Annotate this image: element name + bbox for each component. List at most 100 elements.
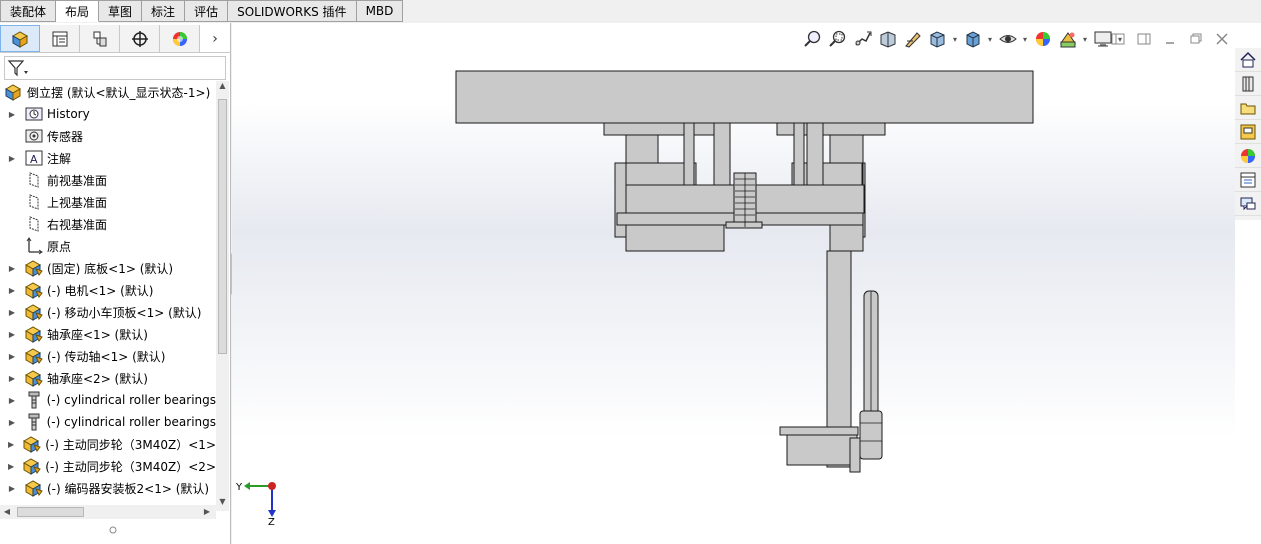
part-icon: [24, 325, 44, 343]
expand-arrow-icon[interactable]: ▶: [0, 308, 24, 317]
hide-show-button[interactable]: [995, 28, 1020, 50]
tree-item[interactable]: ▶ (-) 传动轴<1> (默认): [0, 345, 216, 367]
scroll-left-arrow[interactable]: ◀: [0, 505, 14, 519]
hide-show-dropdown[interactable]: ▾: [1020, 35, 1030, 44]
tab-markup[interactable]: 标注: [142, 0, 186, 22]
tab-sketch[interactable]: 草图: [99, 0, 143, 22]
tree-item[interactable]: ▶ (-) cylindrical roller bearings: [0, 411, 216, 433]
plane-icon: [24, 193, 44, 211]
expand-arrow-icon[interactable]: ▶: [0, 440, 22, 449]
tree-item[interactable]: ▶ (-) 编码器安装板2<1> (默认): [0, 477, 216, 499]
scroll-thumb[interactable]: [218, 99, 227, 354]
tree-item[interactable]: 原点: [0, 235, 216, 257]
tree-item[interactable]: ▶ (固定) 底板<1> (默认): [0, 257, 216, 279]
file-explorer-icon: [1240, 103, 1256, 114]
expand-arrow-icon[interactable]: ▶: [0, 264, 24, 273]
maximize-button[interactable]: [1183, 27, 1209, 51]
tile-right-button[interactable]: [1131, 27, 1157, 51]
view-orientation-button[interactable]: [925, 28, 950, 50]
forum-button[interactable]: [1235, 192, 1261, 216]
tree-item[interactable]: ▶ 轴承座<1> (默认): [0, 323, 216, 345]
expand-arrow-icon[interactable]: ▶: [0, 418, 24, 427]
tab-assembly[interactable]: 装配体: [0, 0, 57, 22]
zoom-to-area-button[interactable]: [825, 28, 850, 50]
tab-layout[interactable]: 布局: [56, 0, 100, 22]
view-palette-button[interactable]: [1235, 120, 1261, 144]
feature-tree-icon: [11, 30, 29, 48]
expand-arrow-icon[interactable]: ▶: [0, 484, 24, 493]
tree-item[interactable]: ▶ A 注解: [0, 147, 216, 169]
tab-evaluate[interactable]: 评估: [185, 0, 229, 22]
file-explorer-button[interactable]: [1235, 96, 1261, 120]
tree-item[interactable]: 右视基准面: [0, 213, 216, 235]
task-home-button[interactable]: [1235, 48, 1261, 72]
expand-arrow-icon[interactable]: ▶: [0, 462, 22, 471]
config-manager-tab[interactable]: [80, 25, 120, 52]
feature-tree-tab[interactable]: [0, 25, 40, 52]
tree-item-label: History: [47, 107, 90, 121]
config-manager-icon: [93, 31, 106, 46]
apply-scene-icon: [1059, 32, 1076, 48]
tree-item[interactable]: 传感器: [0, 125, 216, 147]
tree-item[interactable]: 上视基准面: [0, 191, 216, 213]
previous-view-button[interactable]: [850, 28, 875, 50]
dimxpert-tab[interactable]: [120, 25, 160, 52]
tree-item[interactable]: ▶ (-) 移动小车顶板<1> (默认): [0, 301, 216, 323]
tree-horizontal-scrollbar[interactable]: ◀ ▶: [0, 505, 216, 519]
dynamic-annotation-button[interactable]: [900, 28, 925, 50]
expand-arrow-icon[interactable]: ▶: [0, 374, 24, 383]
design-library-button[interactable]: [1235, 72, 1261, 96]
tree-item[interactable]: 前视基准面: [0, 169, 216, 191]
tree-filter[interactable]: [4, 56, 226, 80]
edit-appearance-button[interactable]: [1030, 28, 1055, 50]
display-style-icon: [966, 31, 979, 48]
close-button[interactable]: [1209, 27, 1235, 51]
more-tabs-arrow[interactable]: ›: [200, 25, 230, 52]
apply-scene-dropdown[interactable]: ▾: [1080, 35, 1090, 44]
expand-arrow-icon[interactable]: ▶: [0, 396, 24, 405]
scroll-right-arrow[interactable]: ▶: [200, 505, 214, 519]
tree-root-assembly[interactable]: 倒立摆 (默认<默认_显示状态-1>): [0, 81, 216, 103]
custom-properties-button[interactable]: [1235, 168, 1261, 192]
task-pane: [1235, 48, 1261, 220]
zoom-to-fit-button[interactable]: [800, 28, 825, 50]
tree-item[interactable]: ▶ (-) 主动同步轮（3M40Z）<2>: [0, 455, 216, 477]
apply-scene-button[interactable]: [1055, 28, 1080, 50]
display-style-dropdown[interactable]: ▾: [985, 35, 995, 44]
tree-item[interactable]: ▶ (-) 电机<1> (默认): [0, 279, 216, 301]
property-manager-tab[interactable]: [40, 25, 80, 52]
tree-item[interactable]: ▶ 轴承座<2> (默认): [0, 367, 216, 389]
graphics-area[interactable]: ▾ ▾ ▾ ▾ ▾ Y Z: [232, 23, 1235, 544]
minimize-button[interactable]: [1157, 27, 1183, 51]
expand-arrow-icon[interactable]: ▶: [0, 330, 24, 339]
display-style-button[interactable]: [960, 28, 985, 50]
scroll-down-arrow[interactable]: ▼: [216, 497, 229, 511]
tree-vertical-scrollbar[interactable]: ▲ ▼: [216, 81, 229, 511]
view-orientation-dropdown[interactable]: ▾: [950, 35, 960, 44]
maximize-icon: [1190, 33, 1202, 44]
section-view-button[interactable]: [875, 28, 900, 50]
tab-mbd[interactable]: MBD: [356, 0, 404, 22]
expand-arrow-icon[interactable]: ▶: [0, 154, 24, 163]
tree-item-label: (-) 移动小车顶板<1> (默认): [47, 305, 202, 320]
tree-item[interactable]: ▶ History: [0, 103, 216, 125]
right-inner-bracket: [793, 122, 805, 186]
tree-item[interactable]: ▶ (-) cylindrical roller bearings: [0, 389, 216, 411]
expand-arrow-icon[interactable]: ▶: [0, 286, 24, 295]
expand-arrow-icon[interactable]: ▶: [0, 110, 24, 119]
minimize-icon: [1166, 42, 1174, 44]
tree-item[interactable]: ▶ (-) 主动同步轮（3M40Z）<1>: [0, 433, 216, 455]
tile-left-button[interactable]: [1105, 27, 1131, 51]
foot-plate-lower: [786, 434, 858, 466]
part-icon: [24, 347, 44, 365]
tab-solidworks-addins[interactable]: SOLIDWORKS 插件: [228, 0, 357, 22]
appearances-icon: [1241, 148, 1255, 163]
display-manager-tab[interactable]: [160, 25, 200, 52]
appearances-button[interactable]: [1235, 144, 1261, 168]
tree-item-label: (-) 主动同步轮（3M40Z）<1>: [45, 437, 216, 452]
splitter-dot-icon[interactable]: [108, 525, 118, 535]
hscroll-thumb[interactable]: [17, 507, 84, 517]
tree-item-label: (固定) 底板<1> (默认): [47, 261, 174, 276]
expand-arrow-icon[interactable]: ▶: [0, 352, 24, 361]
scroll-up-arrow[interactable]: ▲: [216, 81, 229, 95]
